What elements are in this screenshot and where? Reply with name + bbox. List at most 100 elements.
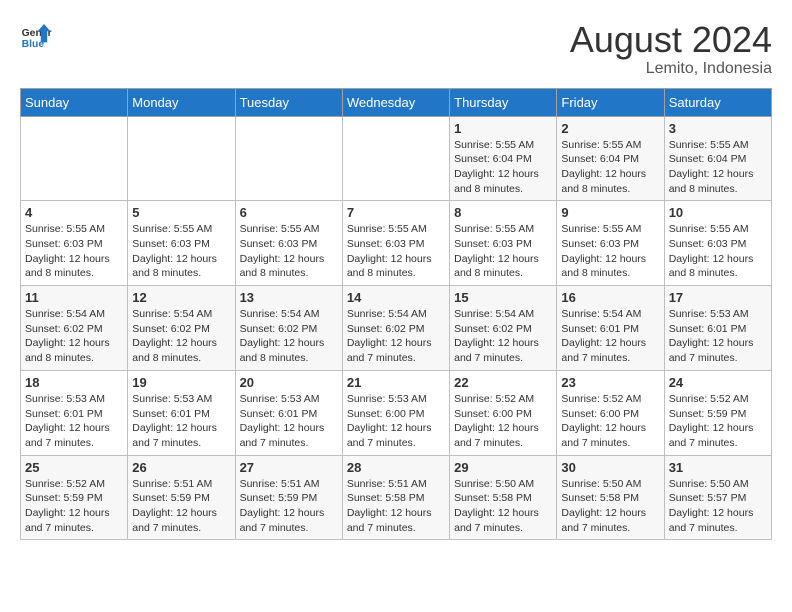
- day-info: Sunrise: 5:51 AMSunset: 5:59 PMDaylight:…: [240, 477, 338, 536]
- calendar-cell: 5 Sunrise: 5:55 AMSunset: 6:03 PMDaylight…: [128, 201, 235, 286]
- day-number: 24: [669, 375, 767, 390]
- calendar-cell: 28 Sunrise: 5:51 AMSunset: 5:58 PMDayligh…: [342, 455, 449, 540]
- day-number: 27: [240, 460, 338, 475]
- calendar-subtitle: Lemito, Indonesia: [570, 60, 772, 78]
- day-info: Sunrise: 5:55 AMSunset: 6:03 PMDaylight:…: [240, 222, 338, 281]
- day-number: 23: [561, 375, 659, 390]
- day-info: Sunrise: 5:55 AMSunset: 6:03 PMDaylight:…: [132, 222, 230, 281]
- header-monday: Monday: [128, 88, 235, 116]
- header-friday: Friday: [557, 88, 664, 116]
- calendar-cell: 19 Sunrise: 5:53 AMSunset: 6:01 PMDayligh…: [128, 370, 235, 455]
- calendar-cell: 26Sunrise: 5:51 AMSunset: 5:59 PMDayligh…: [128, 455, 235, 540]
- calendar-cell: 18 Sunrise: 5:53 AMSunset: 6:01 PMDayligh…: [21, 370, 128, 455]
- day-number: 15: [454, 290, 552, 305]
- day-number: 5: [132, 205, 230, 220]
- calendar-cell: 22Sunrise: 5:52 AMSunset: 6:00 PMDayligh…: [450, 370, 557, 455]
- day-info: Sunrise: 5:53 AMSunset: 6:01 PMDaylight:…: [25, 392, 123, 451]
- day-number: 13: [240, 290, 338, 305]
- title-block: August 2024 Lemito, Indonesia: [570, 20, 772, 78]
- day-number: 10: [669, 205, 767, 220]
- week-row-4: 18 Sunrise: 5:53 AMSunset: 6:01 PMDayligh…: [21, 370, 772, 455]
- day-info: Sunrise: 5:54 AMSunset: 6:02 PMDaylight:…: [25, 307, 123, 366]
- day-info: Sunrise: 5:50 AMSunset: 5:58 PMDaylight:…: [454, 477, 552, 536]
- week-row-1: 1 Sunrise: 5:55 AMSunset: 6:04 PMDaylight…: [21, 116, 772, 201]
- day-info: Sunrise: 5:54 AMSunset: 6:02 PMDaylight:…: [132, 307, 230, 366]
- day-info: Sunrise: 5:53 AMSunset: 6:01 PMDaylight:…: [669, 307, 767, 366]
- calendar-cell: 1 Sunrise: 5:55 AMSunset: 6:04 PMDaylight…: [450, 116, 557, 201]
- calendar-cell: [21, 116, 128, 201]
- day-info: Sunrise: 5:51 AMSunset: 5:59 PMDaylight:…: [132, 477, 230, 536]
- calendar-cell: 9Sunrise: 5:55 AMSunset: 6:03 PMDaylight…: [557, 201, 664, 286]
- day-number: 30: [561, 460, 659, 475]
- calendar-cell: 24 Sunrise: 5:52 AMSunset: 5:59 PMDayligh…: [664, 370, 771, 455]
- calendar-cell: [342, 116, 449, 201]
- day-number: 6: [240, 205, 338, 220]
- calendar-cell: [128, 116, 235, 201]
- day-number: 18: [25, 375, 123, 390]
- day-info: Sunrise: 5:50 AMSunset: 5:58 PMDaylight:…: [561, 477, 659, 536]
- day-info: Sunrise: 5:52 AMSunset: 5:59 PMDaylight:…: [669, 392, 767, 451]
- calendar-cell: [235, 116, 342, 201]
- day-number: 1: [454, 121, 552, 136]
- logo: General Blue: [20, 20, 52, 52]
- calendar-cell: 4Sunrise: 5:55 AMSunset: 6:03 PMDaylight…: [21, 201, 128, 286]
- calendar-cell: 31 Sunrise: 5:50 AMSunset: 5:57 PMDayligh…: [664, 455, 771, 540]
- day-number: 2: [561, 121, 659, 136]
- calendar-cell: 23 Sunrise: 5:52 AMSunset: 6:00 PMDayligh…: [557, 370, 664, 455]
- header-thursday: Thursday: [450, 88, 557, 116]
- calendar-cell: 14Sunrise: 5:54 AMSunset: 6:02 PMDayligh…: [342, 286, 449, 371]
- calendar-cell: 20 Sunrise: 5:53 AMSunset: 6:01 PMDayligh…: [235, 370, 342, 455]
- day-number: 29: [454, 460, 552, 475]
- day-info: Sunrise: 5:55 AMSunset: 6:03 PMDaylight:…: [454, 222, 552, 281]
- day-number: 28: [347, 460, 445, 475]
- calendar-cell: 30 Sunrise: 5:50 AMSunset: 5:58 PMDayligh…: [557, 455, 664, 540]
- calendar-cell: 13 Sunrise: 5:54 AMSunset: 6:02 PMDayligh…: [235, 286, 342, 371]
- logo-icon: General Blue: [20, 20, 52, 52]
- day-info: Sunrise: 5:55 AMSunset: 6:04 PMDaylight:…: [669, 138, 767, 197]
- calendar-cell: 27 Sunrise: 5:51 AMSunset: 5:59 PMDayligh…: [235, 455, 342, 540]
- calendar-cell: 2 Sunrise: 5:55 AMSunset: 6:04 PMDaylight…: [557, 116, 664, 201]
- day-info: Sunrise: 5:55 AMSunset: 6:03 PMDaylight:…: [669, 222, 767, 281]
- header-wednesday: Wednesday: [342, 88, 449, 116]
- page-header: General Blue August 2024 Lemito, Indones…: [20, 20, 772, 78]
- day-info: Sunrise: 5:55 AMSunset: 6:04 PMDaylight:…: [561, 138, 659, 197]
- day-number: 19: [132, 375, 230, 390]
- day-number: 25: [25, 460, 123, 475]
- day-info: Sunrise: 5:53 AMSunset: 6:01 PMDaylight:…: [132, 392, 230, 451]
- week-row-2: 4 Sunrise: 5:55 AMSunset: 6:03 PMDaylight…: [21, 201, 772, 286]
- day-info: Sunrise: 5:54 AMSunset: 6:02 PMDaylight:…: [240, 307, 338, 366]
- header-saturday: Saturday: [664, 88, 771, 116]
- day-info: Sunrise: 5:54 AMSunset: 6:02 PMDaylight:…: [347, 307, 445, 366]
- day-number: 3: [669, 121, 767, 136]
- day-info: Sunrise: 5:53 AMSunset: 6:00 PMDaylight:…: [347, 392, 445, 451]
- day-number: 9: [561, 205, 659, 220]
- day-number: 31: [669, 460, 767, 475]
- calendar-cell: 6 Sunrise: 5:55 AMSunset: 6:03 PMDaylight…: [235, 201, 342, 286]
- day-info: Sunrise: 5:52 AMSunset: 6:00 PMDaylight:…: [561, 392, 659, 451]
- day-info: Sunrise: 5:53 AMSunset: 6:01 PMDaylight:…: [240, 392, 338, 451]
- calendar-cell: 10 Sunrise: 5:55 AMSunset: 6:03 PMDayligh…: [664, 201, 771, 286]
- day-number: 8: [454, 205, 552, 220]
- week-row-5: 25Sunrise: 5:52 AMSunset: 5:59 PMDayligh…: [21, 455, 772, 540]
- day-number: 16: [561, 290, 659, 305]
- calendar-table: Sunday Monday Tuesday Wednesday Thursday…: [20, 88, 772, 541]
- header-tuesday: Tuesday: [235, 88, 342, 116]
- day-number: 12: [132, 290, 230, 305]
- day-info: Sunrise: 5:51 AMSunset: 5:58 PMDaylight:…: [347, 477, 445, 536]
- header-sunday: Sunday: [21, 88, 128, 116]
- calendar-cell: 8 Sunrise: 5:55 AMSunset: 6:03 PMDaylight…: [450, 201, 557, 286]
- calendar-cell: 29 Sunrise: 5:50 AMSunset: 5:58 PMDayligh…: [450, 455, 557, 540]
- day-info: Sunrise: 5:55 AMSunset: 6:03 PMDaylight:…: [347, 222, 445, 281]
- day-header-row: Sunday Monday Tuesday Wednesday Thursday…: [21, 88, 772, 116]
- day-info: Sunrise: 5:55 AMSunset: 6:04 PMDaylight:…: [454, 138, 552, 197]
- day-number: 17: [669, 290, 767, 305]
- day-info: Sunrise: 5:54 AMSunset: 6:01 PMDaylight:…: [561, 307, 659, 366]
- calendar-cell: 17 Sunrise: 5:53 AMSunset: 6:01 PMDayligh…: [664, 286, 771, 371]
- day-number: 21: [347, 375, 445, 390]
- calendar-cell: 11Sunrise: 5:54 AMSunset: 6:02 PMDayligh…: [21, 286, 128, 371]
- day-info: Sunrise: 5:54 AMSunset: 6:02 PMDaylight:…: [454, 307, 552, 366]
- day-info: Sunrise: 5:50 AMSunset: 5:57 PMDaylight:…: [669, 477, 767, 536]
- day-number: 20: [240, 375, 338, 390]
- week-row-3: 11Sunrise: 5:54 AMSunset: 6:02 PMDayligh…: [21, 286, 772, 371]
- day-number: 4: [25, 205, 123, 220]
